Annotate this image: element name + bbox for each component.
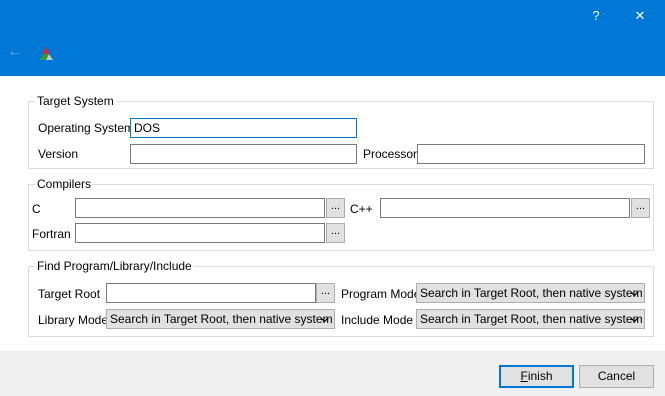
processor-field[interactable] xyxy=(417,144,645,164)
back-button[interactable]: ← xyxy=(7,43,23,61)
target-root-field[interactable] xyxy=(106,283,316,303)
target-system-legend: Target System xyxy=(37,94,114,108)
chevron-down-icon xyxy=(630,317,639,323)
c-compiler-field[interactable] xyxy=(75,198,325,218)
fortran-browse-button[interactable]: ... xyxy=(326,223,345,243)
help-icon: ? xyxy=(592,8,600,23)
program-mode-select[interactable]: Search in Target Root, then native syste… xyxy=(416,283,645,303)
help-button[interactable]: ? xyxy=(573,0,619,31)
operating-system-field[interactable] xyxy=(130,118,357,138)
target-root-label: Target Root xyxy=(38,287,101,301)
target-root-browse-button[interactable]: ... xyxy=(316,283,335,303)
os-label: Operating System xyxy=(38,121,135,135)
library-mode-label: Library Mode xyxy=(38,313,109,327)
library-mode-select[interactable]: Search in Target Root, then native syste… xyxy=(106,309,335,329)
find-legend: Find Program/Library/Include xyxy=(37,259,192,273)
include-mode-value: Search in Target Root, then native syste… xyxy=(420,312,643,326)
library-mode-value: Search in Target Root, then native syste… xyxy=(110,312,333,326)
cpp-label: C++ xyxy=(350,202,373,216)
version-field[interactable] xyxy=(130,144,357,164)
compilers-legend: Compilers xyxy=(37,177,92,191)
title-bar: ? ✕ xyxy=(0,0,665,31)
wizard-page: Target System Operating System Version P… xyxy=(0,76,665,351)
version-label: Version xyxy=(38,147,79,161)
cpp-compiler-field[interactable] xyxy=(380,198,630,218)
fortran-compiler-field[interactable] xyxy=(75,223,325,243)
program-mode-value: Search in Target Root, then native syste… xyxy=(420,286,643,300)
include-mode-label: Include Mode xyxy=(341,313,414,327)
button-bar: Finish Cancel xyxy=(0,351,665,396)
c-browse-button[interactable]: ... xyxy=(326,198,345,218)
chevron-down-icon xyxy=(630,291,639,297)
include-mode-select[interactable]: Search in Target Root, then native syste… xyxy=(416,309,645,329)
close-button[interactable]: ✕ xyxy=(617,0,663,31)
cancel-button[interactable]: Cancel xyxy=(579,365,654,388)
cmake-logo-icon xyxy=(39,46,53,60)
close-icon: ✕ xyxy=(634,8,646,23)
finish-mnemonic: F xyxy=(520,369,528,383)
cpp-browse-button[interactable]: ... xyxy=(631,198,650,218)
finish-button[interactable]: Finish xyxy=(499,365,574,388)
back-arrow-icon: ← xyxy=(7,43,23,60)
fortran-label: Fortran xyxy=(32,227,71,241)
program-mode-label: Program Mode xyxy=(341,287,421,301)
finish-label: inish xyxy=(527,369,553,383)
c-label: C xyxy=(32,202,41,216)
processor-label: Processor xyxy=(363,147,418,161)
wizard-header: ← xyxy=(0,31,665,76)
chevron-down-icon xyxy=(320,317,329,323)
